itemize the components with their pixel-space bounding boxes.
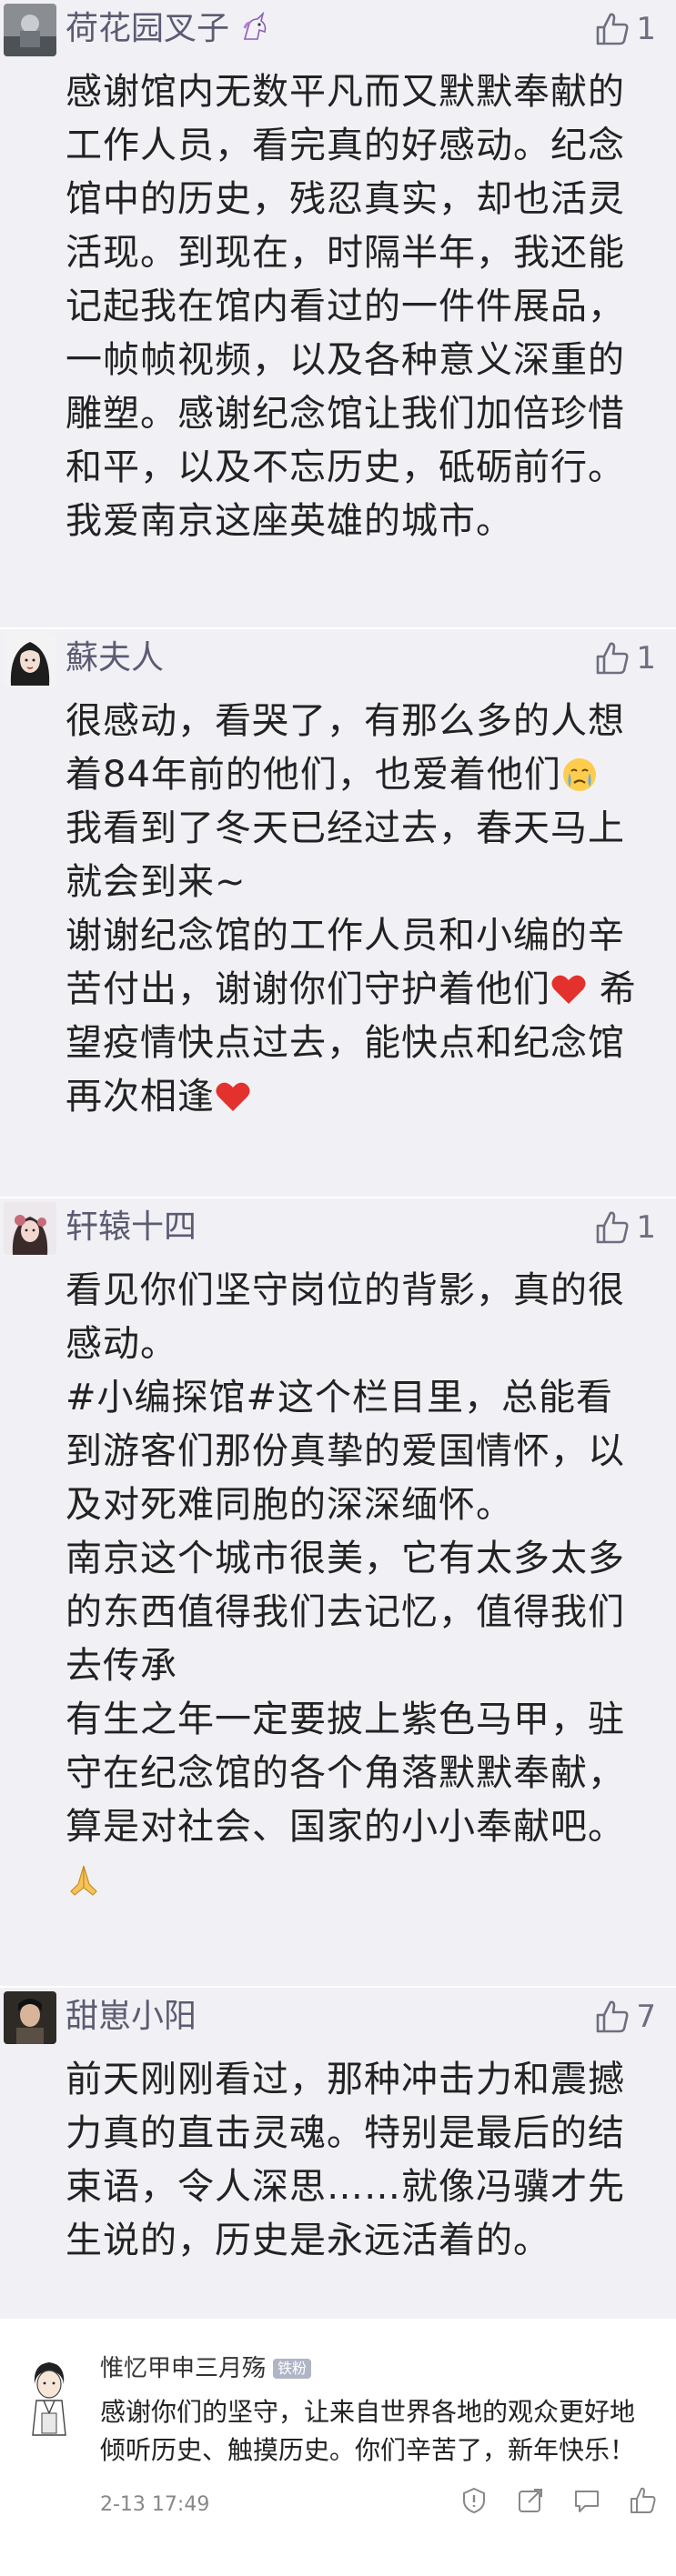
comment-card: 轩辕十四 1 看见你们坚守岗位的背影，真的很感动。 #小编探馆#这个栏目里，总能… [0,1198,676,1986]
weibo-comment: 惟忆甲申三月殇 铁粉 感谢你们的坚守，让来自世界各地的观众更好地倾听历史、触摸历… [0,2320,676,2576]
comment-text-segment: 谢谢纪念馆的工作人员和小编的辛苦付出，谢谢你们守护着他们 [66,915,625,1010]
comment-text: 感谢馆内无数平凡而又默默奉献的工作人员，看完真的好感动。纪念馆中的历史，残忍真实… [66,65,648,548]
like-count: 1 [636,11,656,47]
heart-icon [216,1082,250,1111]
username[interactable]: 惟忆甲申三月殇 铁粉 [100,2353,312,2384]
comment-text: 感谢你们的坚守，让来自世界各地的观众更好地倾听历史、触摸历史。你们辛苦了，新年快… [100,2397,636,2465]
like-button[interactable]: 1 [594,638,656,678]
unicorn-icon [244,11,267,40]
username-text[interactable]: 惟忆甲申三月殇 [100,2353,266,2384]
comment-text: 看见你们坚守岗位的背影，真的很感动。 #小编探馆#这个栏目里，总能看到游客们那份… [66,1264,648,1908]
thumbs-up-icon [597,2000,629,2033]
like-button[interactable]: 7 [594,1997,656,2037]
comment-card: 蘇夫人 1 很感动，看哭了，有那么多的人想着84年前的他们，也爱着他们 我看到了… [0,629,676,1197]
timestamp: 2-13 17:49 [100,2493,210,2516]
comment-card: 荷花园叉子 1 感谢馆内无数平凡而又默默奉献的工作人员，看完真的好感动。纪念馆中… [0,0,676,627]
comment-text: 前天刚刚看过，那种冲击力和震撼力真的直击灵魂。特别是最后的结束语，令人深思……就… [66,2053,648,2268]
comment-header: 甜崽小阳 7 [0,1988,676,2051]
comment-header: 轩辕十四 1 [0,1198,676,1262]
comments-page: 荷花园叉子 1 感谢馆内无数平凡而又默默奉献的工作人员，看完真的好感动。纪念馆中… [0,0,676,2576]
avatar[interactable] [4,1991,56,2044]
thumbs-up-icon [597,642,629,675]
avatar[interactable] [4,4,56,56]
comment-paragraph: 谢谢纪念馆的工作人员和小编的辛苦付出，谢谢你们守护着他们 希望疫情快点过去，能快… [66,909,648,1124]
username[interactable]: 轩辕十四 [66,1208,197,1248]
avatar[interactable] [4,633,56,686]
avatar[interactable] [20,2357,78,2437]
like-count: 7 [636,1999,656,2035]
comment-paragraph: 感谢馆内无数平凡而又默默奉献的工作人员，看完真的好感动。纪念馆中的历史，残忍真实… [66,71,625,542]
username[interactable]: 荷花园叉子 [66,9,270,49]
comment-paragraph: #小编探馆#这个栏目里，总能看到游客们那份真挚的爱国情怀，以及对死难同胞的深深缅… [66,1377,625,1526]
like-button[interactable]: 1 [594,9,656,49]
comment-paragraph: 南京这个城市很美，它有太多太多的东西值得我们去记忆，值得我们去传承 [66,1538,625,1687]
comment-paragraph: 有生之年一定要披上紫色马甲，驻守在纪念馆的各个角落默默奉献，算是对社会、国家的小… [66,1693,648,1908]
thumbs-up-icon [597,1211,629,1244]
like-count: 1 [636,640,656,677]
comment-text: 很感动，看哭了，有那么多的人想着84年前的他们，也爱着他们 我看到了冬天已经过去… [66,695,648,1124]
report-icon[interactable] [459,2486,489,2515]
heart-icon [551,975,586,1004]
like-button[interactable]: 1 [594,1208,656,1248]
comment-header: 荷花园叉子 1 [0,0,676,64]
praying-hands-icon [70,1865,97,1896]
comment-text-segment: 很感动，看哭了，有那么多的人想着84年前的他们，也爱着他们 [66,700,625,796]
comment-card: 甜崽小阳 7 前天刚刚看过，那种冲击力和震撼力真的直击灵魂。特别是最后的结束语，… [0,1988,676,2319]
comment-header: 蘇夫人 1 [0,629,676,693]
username[interactable]: 甜崽小阳 [66,1997,197,2037]
crying-face-icon [562,758,596,791]
comment-paragraph: 前天刚刚看过，那种冲击力和震撼力真的直击灵魂。特别是最后的结束语，令人深思……就… [66,2059,625,2261]
comment-paragraph: 我看到了冬天已经过去，春天马上就会到来~ [66,807,625,903]
comment-actions [459,2486,658,2515]
thumbs-up-icon [597,13,629,45]
comment-paragraph: 看见你们坚守岗位的背影，真的很感动。 [66,1269,625,1365]
avatar[interactable] [4,1202,56,1255]
like-icon[interactable] [629,2486,658,2515]
comment-text-segment: 有生之年一定要披上紫色马甲，驻守在纪念馆的各个角落默默奉献，算是对社会、国家的小… [66,1699,625,1848]
fan-badge: 铁粉 [273,2359,312,2379]
share-icon[interactable] [516,2486,545,2515]
like-count: 1 [636,1209,656,1246]
username-text[interactable]: 荷花园叉子 [66,10,229,47]
username[interactable]: 蘇夫人 [66,638,164,678]
comment-paragraph: 很感动，看哭了，有那么多的人想着84年前的他们，也爱着他们 [66,695,648,802]
comment-icon[interactable] [572,2486,601,2515]
